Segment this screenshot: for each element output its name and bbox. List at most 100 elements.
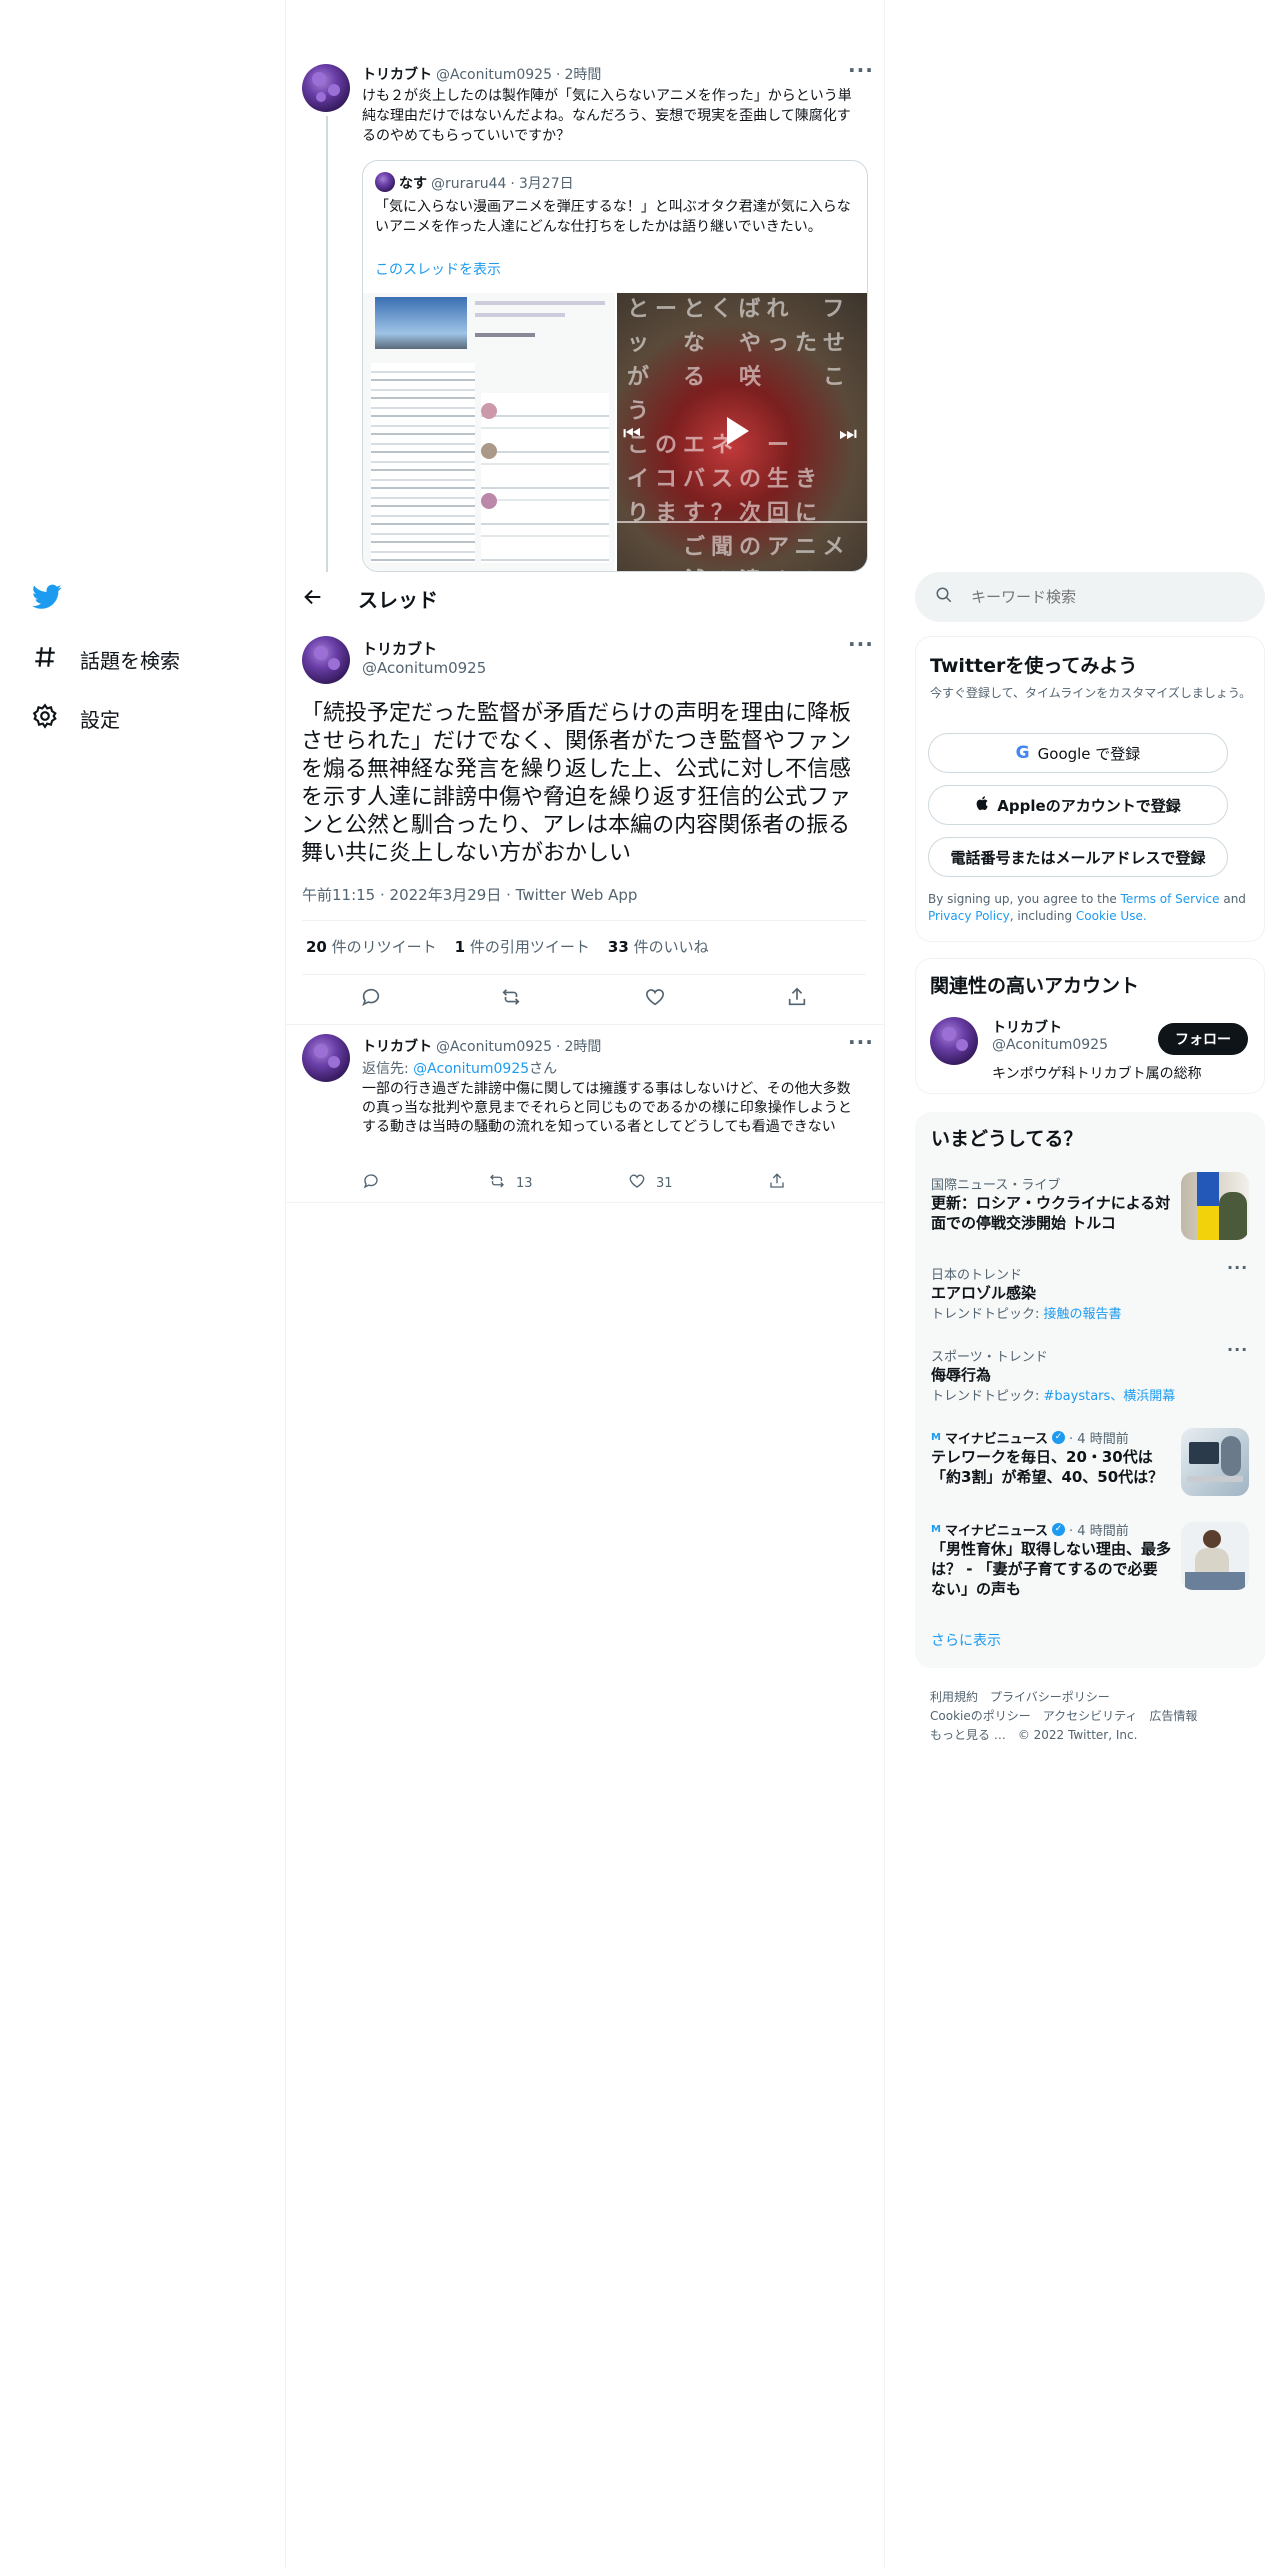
more-options-icon[interactable]: ··· [1227, 1340, 1248, 1359]
retweet-icon [500, 986, 522, 1012]
reply-icon [362, 1172, 380, 1194]
back-arrow-icon[interactable] [302, 586, 324, 614]
trends-card: いまどうしてる？ 国際ニュース・ライブ 更新：ロシア・ウクライナによる対面での停… [915, 1112, 1265, 1668]
footer-ads-link[interactable]: 広告情報 [1149, 1707, 1197, 1726]
related-account-handle[interactable]: @Aconitum0925 [992, 1037, 1108, 1053]
tweet-author-handle[interactable]: @Aconitum0925 [362, 659, 486, 677]
heart-icon [628, 1172, 646, 1194]
apple-icon [975, 795, 989, 815]
google-signup-button[interactable]: G Google で登録 [928, 733, 1228, 773]
cookie-link[interactable]: Cookie Use. [1076, 909, 1147, 923]
related-account-bio: キンポウゲ科トリカブト属の総称 [992, 1066, 1202, 1082]
google-icon: G [1015, 743, 1030, 763]
privacy-link[interactable]: Privacy Policy [928, 909, 1010, 923]
search-icon [935, 586, 953, 608]
search-input[interactable] [971, 588, 1221, 606]
avatar[interactable] [302, 1034, 350, 1082]
column-divider-right [884, 0, 885, 2568]
quoted-tweet-card[interactable]: なす @ruraru44 · 3月27日 「気に入らない漫画アニメを弾圧するな！… [362, 160, 868, 572]
news-item[interactable]: M マイナビニュース ✓ · 4 時間前 テレワークを毎日、20・30代は「約3… [931, 1428, 1171, 1487]
trends-title: いまどうしてる？ [931, 1128, 1083, 1150]
thread-title: スレッド [358, 588, 438, 612]
reply-to-handle-link[interactable]: @Aconitum0925 [413, 1061, 529, 1077]
trend-item[interactable]: スポーツ・トレンド 侮辱行為 トレンドトピック: #baystars、横浜開幕 [931, 1346, 1231, 1404]
reply-icon [360, 986, 382, 1012]
trend-item[interactable]: 日本のトレンド エアロゾル感染 トレンドトピック: 接触の報告書 [931, 1264, 1231, 1322]
avatar [375, 172, 395, 192]
footer-cookie-link[interactable]: Cookieのポリシー [930, 1707, 1031, 1726]
news-thumbnail [1181, 1522, 1249, 1590]
quote-text: 「気に入らない漫画アニメを弾圧するな！」と叫ぶオタク君達が気に入らないアニメを作… [375, 199, 851, 235]
quotes-stat[interactable]: 1 件の引用ツイート [455, 936, 590, 957]
thread-line [326, 116, 328, 576]
footer-privacy-link[interactable]: プライバシーポリシー [990, 1688, 1110, 1707]
reply-button[interactable] [360, 986, 382, 1012]
tweet-time[interactable]: 2時間 [564, 64, 601, 84]
tweet-author-name[interactable]: トリカブト [362, 1036, 432, 1056]
trend-topic-link[interactable]: #baystars、横浜開幕 [1044, 1389, 1176, 1404]
tweet-author-handle[interactable]: @Aconitum0925 [436, 1039, 552, 1055]
nav-settings[interactable]: 設定 [32, 703, 120, 734]
nav-explore[interactable]: 話題を検索 [32, 644, 180, 675]
tweet-author-handle[interactable]: @Aconitum0925 [436, 67, 552, 83]
tweet-text: けも２が炎上したのは製作陣が「気に入らないアニメを作った」からという単純な理由だ… [362, 88, 852, 144]
signup-card: Twitterを使ってみよう 今すぐ登録して、タイムラインをカスタマイズしましょ… [915, 636, 1265, 942]
avatar[interactable] [302, 64, 350, 112]
search-box[interactable] [915, 572, 1265, 622]
nav-settings-label: 設定 [80, 708, 120, 732]
tweet-author-name[interactable]: トリカブト [362, 64, 432, 84]
trend-item[interactable]: 国際ニュース・ライブ 更新：ロシア・ウクライナによる対面での停戦交渉開始 トルコ [931, 1174, 1171, 1233]
column-divider-left [285, 0, 286, 2568]
nav-explore-label: 話題を検索 [80, 649, 180, 673]
follow-button[interactable]: フォロー [1158, 1023, 1248, 1055]
retweet-icon [488, 1172, 506, 1194]
share-button[interactable] [768, 1172, 786, 1194]
tweet-text: 「続投予定だった監督が矛盾だらけの声明を理由に降板させられた」だけでなく、関係者… [301, 701, 852, 866]
tweet-timestamp[interactable]: 午前11:15 · 2022年3月29日 · Twitter Web App [302, 884, 637, 905]
like-count: 31 [656, 1175, 673, 1191]
like-button[interactable]: 31 [628, 1172, 673, 1194]
terms-link[interactable]: Terms of Service [1121, 892, 1220, 906]
related-account-name[interactable]: トリカブト [992, 1017, 1062, 1037]
footer-terms-link[interactable]: 利用規約 [930, 1688, 978, 1707]
footer-more-link[interactable]: もっと見る … [930, 1726, 1006, 1745]
news-source-icon: M [931, 1432, 941, 1443]
more-options-icon[interactable]: ··· [848, 58, 874, 82]
news-source-icon: M [931, 1524, 941, 1535]
previous-icon[interactable]: ⏮ [623, 421, 641, 445]
reply-button[interactable] [362, 1172, 380, 1194]
twitter-logo-icon[interactable] [32, 584, 62, 614]
show-thread-link[interactable]: このスレッドを表示 [375, 259, 501, 279]
video-progress-track[interactable] [617, 521, 867, 523]
retweets-stat[interactable]: 20 件のリツイート [306, 936, 437, 957]
next-icon[interactable]: ⏭ [839, 421, 857, 445]
share-button[interactable] [786, 986, 808, 1012]
news-item[interactable]: M マイナビニュース ✓ · 4 時間前 「男性育休」取得しない理由、最多は？ … [931, 1520, 1171, 1599]
tweet-author-name[interactable]: トリカブト [362, 638, 437, 659]
phone-email-signup-button[interactable]: 電話番号またはメールアドレスで登録 [928, 837, 1228, 877]
quote-media-image[interactable] [363, 293, 615, 571]
more-options-icon[interactable]: ··· [1227, 1258, 1248, 1277]
more-options-icon[interactable]: ··· [848, 1030, 874, 1054]
play-icon[interactable] [727, 417, 749, 445]
verified-badge-icon: ✓ [1052, 1523, 1066, 1536]
avatar[interactable] [302, 636, 350, 684]
tweet-time[interactable]: 2時間 [564, 1036, 601, 1056]
apple-signup-button[interactable]: Appleのアカウントで登録 [928, 785, 1228, 825]
trend-topic-link[interactable]: 接触の報告書 [1044, 1307, 1122, 1322]
like-button[interactable] [644, 986, 666, 1012]
retweet-count: 13 [516, 1175, 533, 1191]
footer-accessibility-link[interactable]: アクセシビリティ [1043, 1707, 1138, 1726]
likes-stat[interactable]: 33 件のいいね [608, 936, 709, 957]
gear-icon [32, 703, 58, 734]
share-icon [768, 1172, 786, 1194]
show-more-link[interactable]: さらに表示 [931, 1630, 1001, 1650]
retweet-button[interactable]: 13 [488, 1172, 533, 1194]
footer-links: 利用規約 プライバシーポリシー Cookieのポリシー アクセシビリティ 広告情… [930, 1688, 1260, 1745]
terms-text: By signing up, you agree to the Terms of… [928, 892, 1246, 923]
quote-media-video[interactable]: とーとくばれ フッ な やったせが る 咲 こう このエネ ーイコバスの生き ります… [617, 293, 867, 571]
retweet-button[interactable] [500, 986, 522, 1012]
avatar[interactable] [930, 1017, 978, 1065]
more-options-icon[interactable]: ··· [848, 632, 874, 656]
heart-icon [644, 986, 666, 1012]
